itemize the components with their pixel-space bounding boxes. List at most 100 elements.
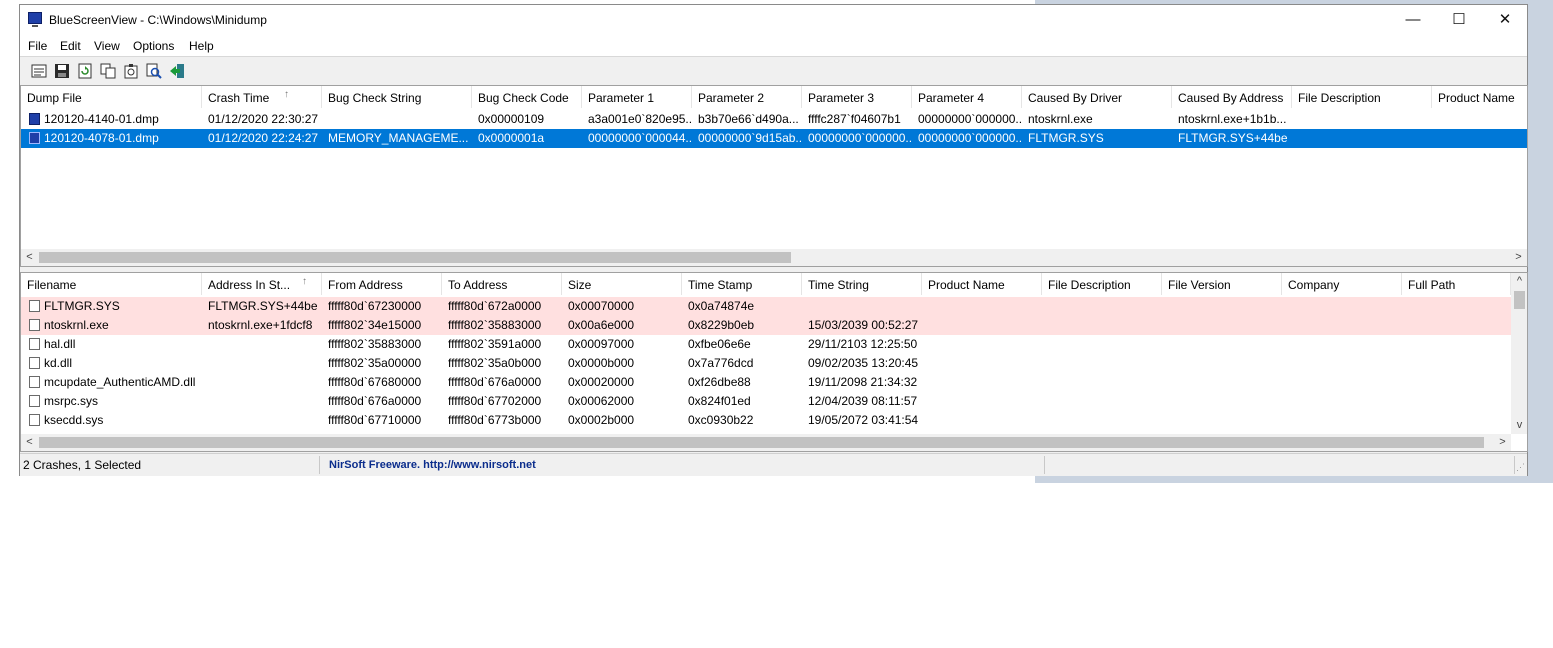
scroll-right-arrow[interactable]: > xyxy=(1510,249,1527,266)
menu-options[interactable]: Options xyxy=(133,39,174,53)
col-parameter-1[interactable]: Parameter 1 xyxy=(582,86,692,108)
col-label: Caused By Driver xyxy=(1028,91,1123,105)
cell-address-in-stack xyxy=(202,373,322,392)
save-icon[interactable] xyxy=(54,63,70,79)
col-caused-by-address[interactable]: Caused By Address xyxy=(1172,86,1292,108)
driver-row[interactable]: msrpc.sys fffff80d`676a0000 fffff80d`67702… xyxy=(21,392,1511,411)
driver-vscrollbar[interactable]: ^ v xyxy=(1511,273,1527,434)
col-company[interactable]: Company xyxy=(1282,273,1402,295)
cell-company xyxy=(1282,297,1402,316)
cell-bug-check-string: MEMORY_MANAGEME... xyxy=(328,131,469,145)
cell-full-path xyxy=(1402,411,1511,430)
vscroll-thumb[interactable] xyxy=(1514,291,1525,309)
col-parameter-2[interactable]: Parameter 2 xyxy=(692,86,802,108)
col-label: Full Path xyxy=(1408,278,1456,292)
col-label: Bug Check Code xyxy=(478,91,569,105)
find-icon[interactable] xyxy=(146,63,162,79)
col-parameter-3[interactable]: Parameter 3 xyxy=(802,86,912,108)
menu-view[interactable]: View xyxy=(94,39,120,53)
menu-help[interactable]: Help xyxy=(189,39,214,53)
dump-hscrollbar[interactable]: < > xyxy=(21,249,1527,266)
minimize-button[interactable]: — xyxy=(1390,5,1436,35)
col-file-description[interactable]: File Description xyxy=(1042,273,1162,295)
col-time-string[interactable]: Time String xyxy=(802,273,922,295)
cell-full-path xyxy=(1402,297,1511,316)
cell-parameter-4: 00000000`000000... xyxy=(918,131,1022,145)
cell-time-string: 29/11/2103 12:25:50 xyxy=(808,337,918,351)
driver-row[interactable]: mcupdate_AuthenticAMD.dll fffff80d`676800… xyxy=(21,373,1511,392)
scroll-up-arrow[interactable]: ^ xyxy=(1511,273,1527,290)
cell-filename: FLTMGR.SYS xyxy=(44,299,120,313)
col-bug-check-string[interactable]: Bug Check String xyxy=(322,86,472,108)
scroll-thumb[interactable] xyxy=(39,252,791,263)
cell-product-name xyxy=(922,411,1042,430)
cell-time-stamp: 0x824f01ed xyxy=(688,394,751,408)
driver-row[interactable]: ksecdd.sys fffff80d`67710000 fffff80d`6773… xyxy=(21,411,1511,430)
col-parameter-4[interactable]: Parameter 4 xyxy=(912,86,1022,108)
cell-file-version xyxy=(1162,354,1282,373)
driver-row[interactable]: kd.dll fffff802`35a00000 fffff802`35a0b000… xyxy=(21,354,1511,373)
scroll-left-arrow[interactable]: < xyxy=(21,249,38,266)
cell-from-address: fffff802`35a00000 xyxy=(328,356,422,370)
cell-file-description xyxy=(1042,411,1162,430)
col-bug-check-code[interactable]: Bug Check Code xyxy=(472,86,582,108)
col-crash-time[interactable]: Crash Time ↑ xyxy=(202,86,322,108)
cell-file-version xyxy=(1162,297,1282,316)
nirsoft-link[interactable]: NirSoft Freeware. http://www.nirsoft.net xyxy=(320,456,1045,474)
cell-filename: kd.dll xyxy=(44,356,73,370)
maximize-button[interactable]: ☐ xyxy=(1436,5,1482,35)
cell-caused-by-driver: FLTMGR.SYS xyxy=(1028,131,1104,145)
scroll-down-arrow[interactable]: v xyxy=(1511,417,1527,434)
cell-filename: hal.dll xyxy=(44,337,76,351)
refresh-icon[interactable] xyxy=(77,63,93,79)
col-product-name[interactable]: Product Name xyxy=(922,273,1042,295)
col-file-description[interactable]: File Description xyxy=(1292,86,1432,108)
advanced-options-icon[interactable] xyxy=(123,63,139,79)
resize-grip-icon[interactable]: ⋰ xyxy=(1516,462,1525,473)
cell-product-name xyxy=(922,316,1042,335)
dump-list: Dump File Crash Time ↑ Bug Check String B… xyxy=(20,85,1528,267)
cell-address-in-stack xyxy=(202,354,322,373)
col-full-path[interactable]: Full Path xyxy=(1402,273,1511,295)
cell-file-version xyxy=(1162,411,1282,430)
menu-file[interactable]: File xyxy=(28,39,47,53)
dump-row[interactable]: 120120-4140-01.dmp 01/12/2020 22:30:27 0… xyxy=(21,110,1527,129)
driver-row[interactable]: ntoskrnl.exe ntoskrnl.exe+1fdcf8 fffff802`… xyxy=(21,316,1511,335)
col-product-name[interactable]: Product Name xyxy=(1432,86,1527,108)
col-filename[interactable]: Filename xyxy=(21,273,202,295)
col-file-version[interactable]: File Version xyxy=(1162,273,1282,295)
exit-icon[interactable] xyxy=(169,63,185,79)
cell-parameter-1: 00000000`000044... xyxy=(588,131,692,145)
close-button[interactable]: ✕ xyxy=(1482,5,1528,35)
cell-from-address: fffff80d`676a0000 xyxy=(328,394,422,408)
cell-parameter-4: 00000000`000000... xyxy=(918,112,1022,126)
col-time-stamp[interactable]: Time Stamp xyxy=(682,273,802,295)
cell-to-address: fffff802`35883000 xyxy=(448,318,542,332)
menu-bar: File Edit View Options Help xyxy=(20,35,1527,57)
cell-from-address: fffff80d`67680000 xyxy=(328,375,422,389)
cell-from-address: fffff80d`67230000 xyxy=(328,299,422,313)
col-to-address[interactable]: To Address xyxy=(442,273,562,295)
col-label: Caused By Address xyxy=(1178,91,1284,105)
scroll-left-arrow[interactable]: < xyxy=(21,434,38,451)
cell-file-version xyxy=(1162,373,1282,392)
scroll-thumb[interactable] xyxy=(39,437,1484,448)
scroll-right-arrow[interactable]: > xyxy=(1494,434,1511,451)
col-dump-file[interactable]: Dump File xyxy=(21,86,202,108)
cell-product-name xyxy=(922,392,1042,411)
col-caused-by-driver[interactable]: Caused By Driver xyxy=(1022,86,1172,108)
driver-row[interactable]: FLTMGR.SYS FLTMGR.SYS+44be fffff80d`672300… xyxy=(21,297,1511,316)
cell-file-description xyxy=(1042,354,1162,373)
properties-icon[interactable] xyxy=(31,63,47,79)
menu-edit[interactable]: Edit xyxy=(60,39,81,53)
driver-row[interactable]: hal.dll fffff802`35883000 fffff802`3591a00… xyxy=(21,335,1511,354)
col-label: Time String xyxy=(808,278,869,292)
col-from-address[interactable]: From Address xyxy=(322,273,442,295)
sort-ascending-icon: ↑ xyxy=(284,89,289,100)
copy-icon[interactable] xyxy=(100,63,116,79)
col-size[interactable]: Size xyxy=(562,273,682,295)
col-address-in-stack[interactable]: Address In St... ↑ xyxy=(202,273,322,295)
driver-hscrollbar[interactable]: < > xyxy=(21,434,1511,451)
cell-parameter-1: a3a001e0`820e95... xyxy=(588,112,692,126)
dump-row-selected[interactable]: 120120-4078-01.dmp 01/12/2020 22:24:27 M… xyxy=(21,129,1527,148)
